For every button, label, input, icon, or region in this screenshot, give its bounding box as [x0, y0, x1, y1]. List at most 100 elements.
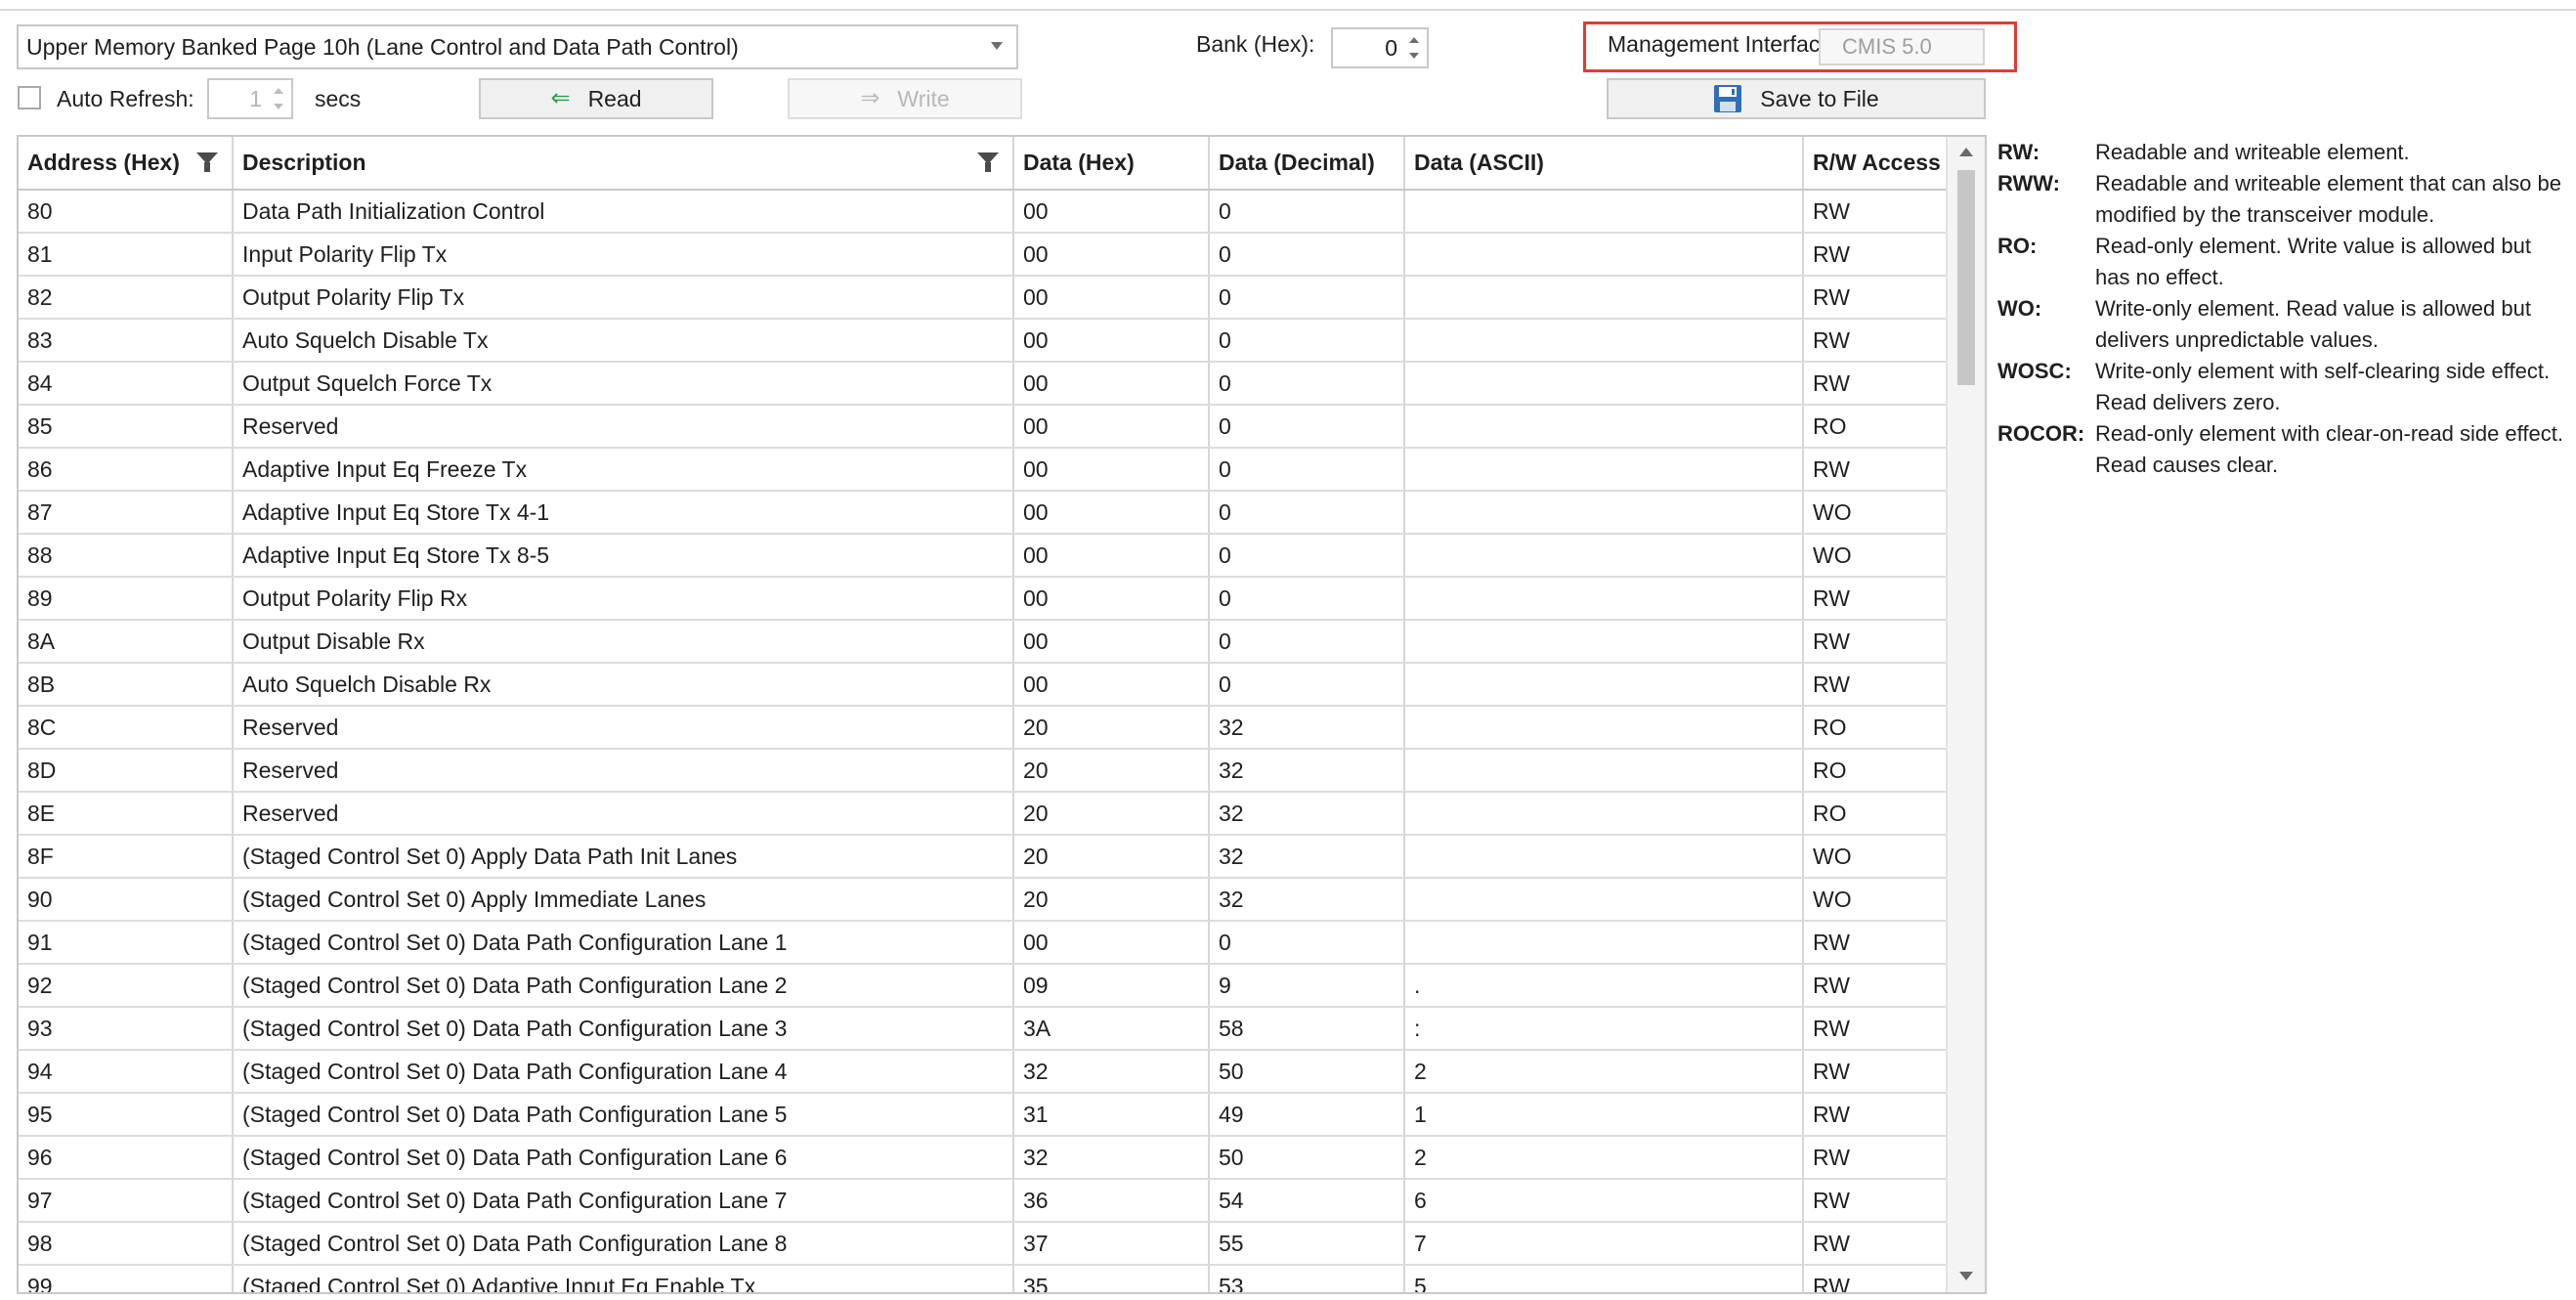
table-row[interactable]: 8A Output Disable Rx 00 0 RW	[19, 620, 1951, 664]
table-row[interactable]: 95 (Staged Control Set 0) Data Path Confi…	[19, 1093, 1951, 1137]
table-row[interactable]: 84 Output Squelch Force Tx 00 0 RW	[19, 362, 1951, 406]
save-to-file-button[interactable]: Save to File	[1607, 78, 1986, 119]
column-header-description[interactable]: Description	[233, 137, 1014, 191]
cell-address: 92	[19, 964, 234, 1008]
table-row[interactable]: 8B Auto Squelch Disable Rx 00 0 RW	[19, 663, 1951, 707]
cell-rw-access: RW	[1803, 190, 1951, 234]
cell-data-hex: 20	[1013, 878, 1210, 922]
cell-data-hex: 00	[1013, 448, 1210, 492]
table-row[interactable]: 83 Auto Squelch Disable Tx 00 0 RW	[19, 319, 1951, 363]
cell-data-hex: 20	[1013, 749, 1210, 793]
legend-description: Write-only element with self-clearing si…	[2095, 359, 2551, 414]
scroll-down-icon[interactable]	[1959, 1272, 1973, 1280]
register-table: Address (Hex) Description Data (Hex) Dat…	[17, 135, 1987, 1294]
cell-description: Output Disable Rx	[233, 620, 1014, 664]
table-row[interactable]: 8E Reserved 20 32 RO	[19, 792, 1951, 836]
table-row[interactable]: 89 Output Polarity Flip Rx 00 0 RW	[19, 577, 1951, 621]
cell-data-hex: 00	[1013, 620, 1210, 664]
cell-rw-access: RO	[1803, 749, 1951, 793]
cell-description: (Staged Control Set 0) Data Path Configu…	[233, 1093, 1014, 1137]
bank-spinner[interactable]: 0	[1331, 27, 1429, 68]
cell-description: (Staged Control Set 0) Data Path Configu…	[233, 1179, 1014, 1223]
table-row[interactable]: 96 (Staged Control Set 0) Data Path Confi…	[19, 1136, 1951, 1180]
table-row[interactable]: 92 (Staged Control Set 0) Data Path Confi…	[19, 964, 1951, 1008]
cell-data-hex: 20	[1013, 792, 1210, 836]
cell-description: Adaptive Input Eq Store Tx 4-1	[233, 491, 1014, 535]
cell-description: Output Polarity Flip Tx	[233, 276, 1014, 320]
read-button[interactable]: ⇐ Read	[479, 78, 713, 119]
spin-up-icon[interactable]	[274, 88, 283, 94]
table-row[interactable]: 8F (Staged Control Set 0) Apply Data Path…	[19, 835, 1951, 879]
cell-data-ascii	[1404, 491, 1804, 535]
auto-refresh-interval-spinner[interactable]: 1	[207, 78, 293, 119]
auto-refresh-label: Auto Refresh:	[57, 86, 194, 111]
legend-item: WOSC: Write-only element with self-cleari…	[1997, 356, 2574, 418]
legend-description: Readable and writeable element that can …	[2095, 171, 2561, 227]
spin-up-icon[interactable]	[1409, 37, 1419, 43]
cell-rw-access: WO	[1803, 491, 1951, 535]
column-header-rw-access[interactable]: R/W Access	[1803, 137, 1951, 191]
table-row[interactable]: 93 (Staged Control Set 0) Data Path Confi…	[19, 1007, 1951, 1051]
filter-icon[interactable]	[977, 152, 999, 172]
legend-item: WO: Write-only element. Read value is all…	[1997, 293, 2574, 356]
arrow-left-icon: ⇐	[550, 85, 571, 111]
table-row[interactable]: 82 Output Polarity Flip Tx 00 0 RW	[19, 276, 1951, 320]
table-row[interactable]: 91 (Staged Control Set 0) Data Path Confi…	[19, 921, 1951, 965]
scrollbar-thumb[interactable]	[1957, 170, 1975, 385]
cell-description: (Staged Control Set 0) Data Path Configu…	[233, 1007, 1014, 1051]
table-row[interactable]: 85 Reserved 00 0 RO	[19, 405, 1951, 449]
cell-data-decimal: 0	[1209, 190, 1405, 234]
cell-data-hex: 00	[1013, 405, 1210, 449]
cell-data-ascii: 2	[1404, 1050, 1804, 1094]
table-row[interactable]: 86 Adaptive Input Eq Freeze Tx 00 0 RW	[19, 448, 1951, 492]
table-row[interactable]: 8D Reserved 20 32 RO	[19, 749, 1951, 793]
table-row[interactable]: 8C Reserved 20 32 RO	[19, 706, 1951, 750]
filter-icon[interactable]	[196, 152, 218, 172]
table-row[interactable]: 98 (Staged Control Set 0) Data Path Confi…	[19, 1222, 1951, 1266]
cell-description: Data Path Initialization Control	[233, 190, 1014, 234]
auto-refresh-checkbox[interactable]	[18, 86, 41, 109]
cell-data-decimal: 32	[1209, 749, 1405, 793]
spin-down-icon[interactable]	[1409, 53, 1419, 59]
table-row[interactable]: 90 (Staged Control Set 0) Apply Immediate…	[19, 878, 1951, 922]
cell-data-hex: 3A	[1013, 1007, 1210, 1051]
cell-rw-access: RW	[1803, 1136, 1951, 1180]
cell-data-ascii	[1404, 405, 1804, 449]
cell-address: 81	[19, 233, 234, 277]
spin-down-icon[interactable]	[274, 104, 283, 109]
table-row[interactable]: 80 Data Path Initialization Control 00 0 RW	[19, 190, 1951, 234]
table-row[interactable]: 94 (Staged Control Set 0) Data Path Confi…	[19, 1050, 1951, 1094]
legend-description: Read-only element with clear-on-read sid…	[2095, 421, 2563, 477]
cell-address: 87	[19, 491, 234, 535]
write-button[interactable]: ⇒ Write	[788, 78, 1022, 119]
table-row[interactable]: 88 Adaptive Input Eq Store Tx 8-5 00 0 WO	[19, 534, 1951, 578]
column-header-address[interactable]: Address (Hex)	[19, 137, 234, 191]
table-row[interactable]: 87 Adaptive Input Eq Store Tx 4-1 00 0 WO	[19, 491, 1951, 535]
cell-data-hex: 00	[1013, 362, 1210, 406]
column-header-data-hex[interactable]: Data (Hex)	[1013, 137, 1210, 191]
cell-description: Reserved	[233, 792, 1014, 836]
cell-data-decimal: 0	[1209, 276, 1405, 320]
cell-address: 97	[19, 1179, 234, 1223]
cell-rw-access: RW	[1803, 1265, 1951, 1292]
column-header-data-decimal[interactable]: Data (Decimal)	[1209, 137, 1405, 191]
cell-data-hex: 00	[1013, 534, 1210, 578]
page-select-dropdown[interactable]: Upper Memory Banked Page 10h (Lane Contr…	[17, 24, 1018, 69]
cell-rw-access: RW	[1803, 233, 1951, 277]
vertical-scrollbar[interactable]	[1946, 137, 1985, 1292]
cell-description: (Staged Control Set 0) Data Path Configu…	[233, 1136, 1014, 1180]
cell-data-hex: 20	[1013, 835, 1210, 879]
table-row[interactable]: 97 (Staged Control Set 0) Data Path Confi…	[19, 1179, 1951, 1223]
cell-data-hex: 32	[1013, 1136, 1210, 1180]
cell-rw-access: RW	[1803, 921, 1951, 965]
cell-data-decimal: 0	[1209, 491, 1405, 535]
table-row[interactable]: 81 Input Polarity Flip Tx 00 0 RW	[19, 233, 1951, 277]
cell-data-decimal: 0	[1209, 620, 1405, 664]
cell-description: Adaptive Input Eq Store Tx 8-5	[233, 534, 1014, 578]
table-row[interactable]: 99 (Staged Control Set 0) Adaptive Input …	[19, 1265, 1951, 1292]
cell-description: Output Squelch Force Tx	[233, 362, 1014, 406]
cell-address: 8C	[19, 706, 234, 750]
cell-data-ascii	[1404, 663, 1804, 707]
scroll-up-icon[interactable]	[1959, 148, 1973, 156]
column-header-data-ascii[interactable]: Data (ASCII)	[1404, 137, 1804, 191]
